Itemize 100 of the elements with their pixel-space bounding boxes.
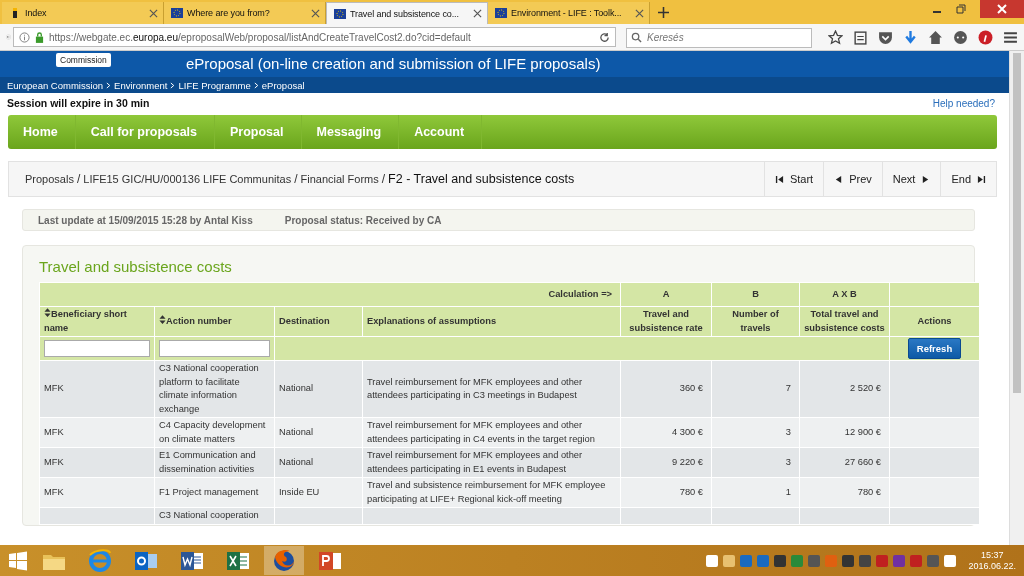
flag-icon: [171, 7, 183, 19]
lock-icon: [35, 31, 44, 43]
table-cell: C3 National cooperation: [159, 510, 259, 520]
table-cell: Travel reimbursement for MFK employees and other attendees participating in C3 meetings in Budapest: [367, 376, 583, 400]
star-icon[interactable]: [828, 29, 843, 45]
taskbar-button[interactable]: [264, 546, 304, 575]
reload-icon[interactable]: [599, 31, 610, 43]
new-tab-icon[interactable]: [658, 7, 669, 18]
chat-icon[interactable]: [953, 29, 968, 45]
table-cell: 2 520 €: [849, 383, 881, 394]
table-cell: C4 Capacity development on climate matters: [159, 420, 266, 444]
calculation-letter: A: [662, 288, 670, 299]
path-link[interactable]: Proposals: [25, 173, 74, 185]
refresh-button[interactable]: Refresh: [907, 338, 962, 359]
clock-date: 2016.06.22.: [968, 560, 1016, 572]
column-header: Travel and subsistence rate: [628, 308, 704, 335]
download-icon[interactable]: [903, 29, 918, 45]
sort-icon[interactable]: [159, 314, 166, 324]
chevron-icon: [170, 81, 176, 89]
window-close-button[interactable]: [980, 0, 1024, 18]
close-icon[interactable]: [311, 8, 320, 18]
breadcrumb-link[interactable]: LIFE Programme: [178, 79, 251, 91]
flag-icon: [334, 7, 346, 20]
skip-start-icon: [774, 174, 784, 184]
browser-tab[interactable]: Environment - LIFE : Toolk...: [488, 2, 650, 24]
column-header: Destination: [279, 314, 330, 328]
calculation-letter: B: [752, 288, 759, 299]
pin-icon[interactable]: [978, 29, 993, 45]
table-cell: Travel reimbursement for MFK employees and other attendees participating in C4 events in the target region: [367, 420, 595, 444]
table-cell: Travel reimbursement for MFK employees and other attendees participating in E1 events in Budapest: [367, 450, 583, 474]
column-header: Actions: [917, 314, 952, 328]
browser-tab[interactable]: Travel and subsistence co...: [326, 2, 488, 24]
browser-icon: [272, 548, 296, 573]
filter-field[interactable]: [159, 339, 270, 357]
table-cell: 780 €: [679, 486, 703, 497]
table-cell: MFK: [44, 426, 64, 437]
chevron-icon: [253, 81, 259, 89]
pager-button[interactable]: End: [940, 162, 996, 196]
close-icon[interactable]: [149, 8, 158, 18]
table-cell: E1 Communication and dissemination activities: [159, 450, 256, 474]
table-cell: 360 €: [679, 383, 703, 394]
close-icon: [997, 4, 1007, 14]
pocket-icon[interactable]: [878, 29, 893, 45]
clock-time: 15:37: [980, 549, 1004, 561]
close-icon[interactable]: [635, 8, 644, 18]
calculation-label: Calculation =>: [548, 288, 612, 299]
close-icon[interactable]: [473, 9, 482, 18]
breadcrumb-link[interactable]: Environment: [114, 79, 168, 91]
table-cell: 3: [785, 456, 791, 467]
table-cell: MFK: [44, 456, 64, 467]
left-triangle-icon: [834, 174, 844, 184]
calculation-letter: A X B: [832, 288, 857, 299]
table-cell: 7: [785, 383, 791, 394]
start-icon[interactable]: [8, 550, 28, 571]
page-title: F2 - Travel and subsistence costs: [388, 172, 575, 186]
search-icon: [631, 32, 642, 43]
skip-end-icon: [977, 174, 986, 184]
table-cell: MFK: [44, 383, 64, 394]
column-header: Total travel and subsistence costs: [804, 308, 885, 335]
flag-icon: [495, 7, 507, 19]
logo-label: Commission: [56, 53, 111, 67]
scrollbar-drawing[interactable]: [1009, 51, 1024, 545]
breadcrumb-link[interactable]: European Commission: [7, 79, 104, 91]
table-cell: 1: [785, 486, 791, 497]
pager-button[interactable]: Prev: [823, 162, 882, 196]
table-cell: 9 220 €: [671, 456, 703, 467]
breadcrumb-link[interactable]: eProposal: [261, 79, 305, 91]
last-update-text: Last update at 15/09/2015 15:28 by Antal Kiss: [38, 214, 253, 226]
pager-button[interactable]: Next: [881, 162, 941, 196]
table-cell: Travel and subsistence reimbursement for MFK employee participating at LIFE+ Regional kick-off meeting: [367, 480, 606, 504]
chevron-icon: [106, 81, 112, 89]
table-cell: Inside EU: [279, 486, 320, 497]
column-header: Number of travels: [731, 308, 780, 335]
table-cell: National: [279, 383, 314, 394]
status-text: Proposal status: Received by CA: [284, 214, 442, 226]
table-cell: 12 900 €: [844, 426, 881, 437]
section-title: Travel and subsistence costs: [39, 258, 233, 275]
filter-field[interactable]: [44, 339, 150, 357]
address-bar[interactable]: https://webgate.ec.europa.eu/eproposalWeb/proposal/listAndCreateTravelCost2.do?cid=default: [13, 27, 616, 47]
clipboard-icon[interactable]: [853, 29, 868, 45]
browser-tab[interactable]: Index: [2, 2, 164, 24]
path-link[interactable]: LIFE15 GIC/HU/000136 LIFE Communitas: [83, 173, 292, 185]
browser-tab[interactable]: Where are you from?: [164, 2, 326, 24]
path-link[interactable]: Financial Forms: [300, 173, 379, 185]
table-cell: 3: [785, 426, 791, 437]
tray-icons-drawing[interactable]: [706, 553, 957, 568]
table-cell: MFK: [44, 486, 64, 497]
table-cell: National: [279, 456, 314, 467]
pager-button[interactable]: Start: [763, 162, 824, 196]
home-icon[interactable]: [928, 29, 943, 45]
path-separator: /: [76, 172, 81, 186]
url-text: https://webgate.ec.europa.eu/eproposalWeb/proposal/listAndCreateTravelCost2.do?cid=default: [49, 31, 472, 43]
session-notice: Session will expire in 30 min: [7, 97, 150, 109]
menu-icon[interactable]: [1003, 29, 1018, 45]
help-link[interactable]: Help needed?: [932, 97, 995, 109]
restore-icon[interactable]: [956, 4, 966, 14]
search-field[interactable]: Keresés: [626, 27, 812, 48]
table-cell: F1 Project management: [159, 486, 259, 497]
path-separator: /: [381, 172, 386, 186]
sort-icon[interactable]: [44, 308, 51, 317]
